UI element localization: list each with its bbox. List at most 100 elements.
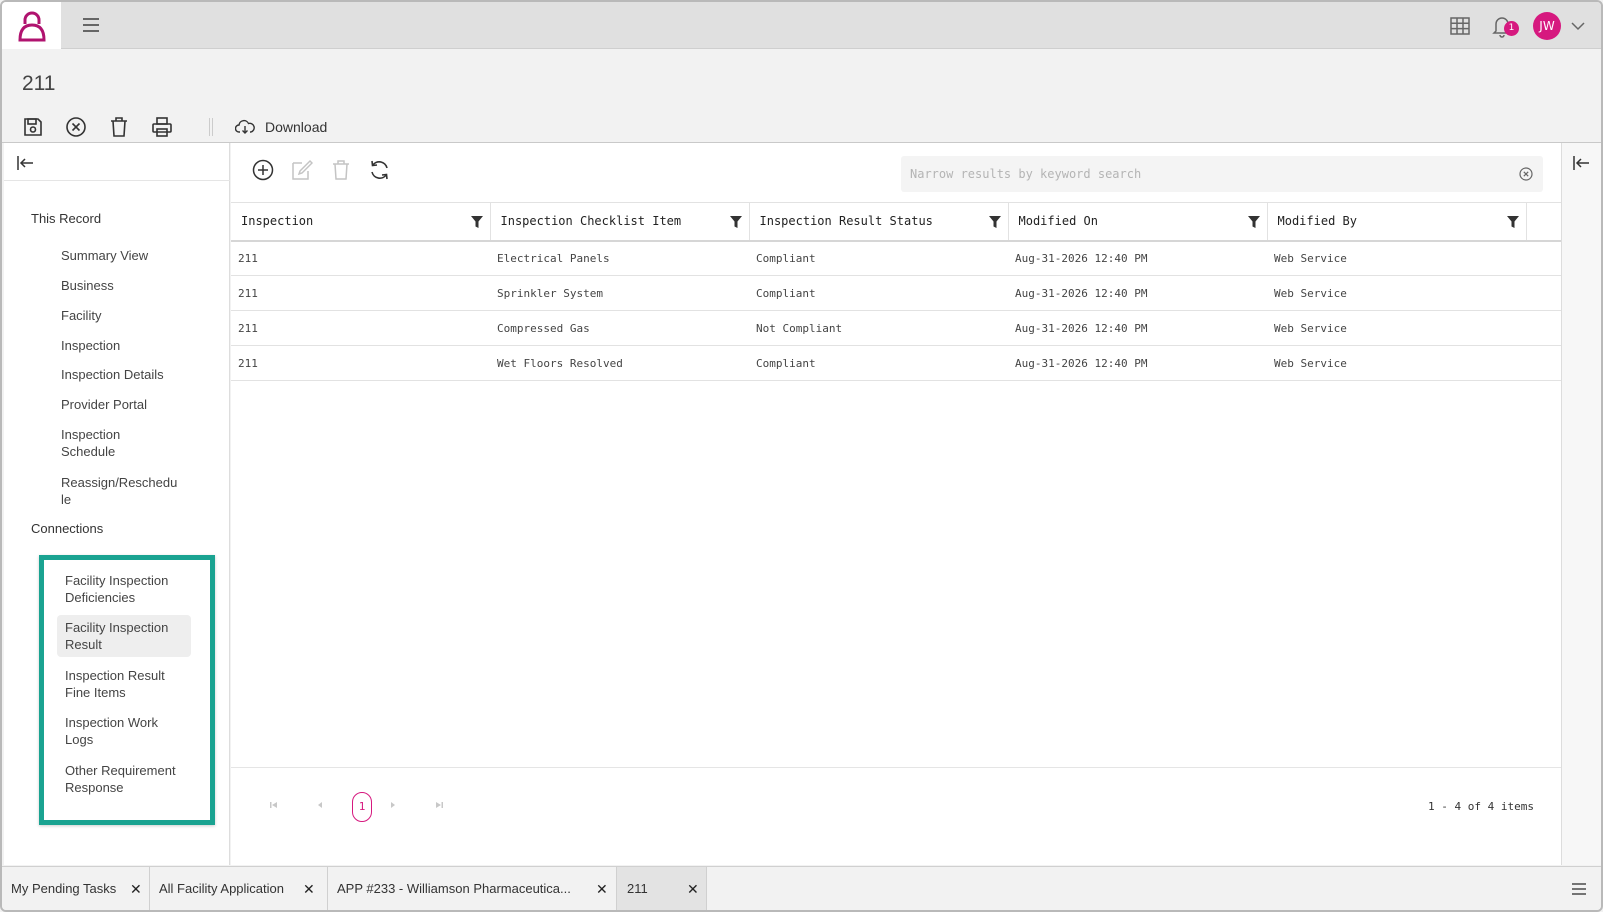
column-header-inspection[interactable]: Inspection xyxy=(231,202,491,242)
bottom-tab-bar: My Pending Tasks ✕ All Facility Applicat… xyxy=(2,866,1601,910)
app-logo[interactable] xyxy=(2,2,61,49)
column-header-modified-by[interactable]: Modified By xyxy=(1267,202,1527,242)
filter-icon[interactable] xyxy=(1247,216,1260,228)
sidebar-item-reassign-reschedule[interactable]: Reassign/Reschedule xyxy=(61,474,179,508)
cell-checklist-item: Compressed Gas xyxy=(490,310,749,346)
record-toolbar: Download xyxy=(22,113,327,141)
plus-circle-icon xyxy=(252,159,273,181)
keyword-search xyxy=(901,156,1543,192)
close-icon[interactable]: ✕ xyxy=(687,881,699,898)
cell-modified-by: Web Service xyxy=(1267,275,1526,311)
right-panel-strip xyxy=(1561,143,1601,865)
connection-item-inspection-work-logs[interactable]: Inspection Work Logs xyxy=(57,710,191,752)
cell-modified-by: Web Service xyxy=(1267,345,1526,381)
grid-toolbar xyxy=(251,158,391,182)
lock-logo-icon xyxy=(17,11,46,41)
this-record-heading: This Record xyxy=(31,211,102,226)
connection-item-facility-inspection-result[interactable]: Facility Inspection Result xyxy=(57,615,191,657)
sidebar-item-inspection[interactable]: Inspection xyxy=(61,337,186,354)
refresh-button[interactable] xyxy=(368,158,391,182)
tab-application-233[interactable]: APP #233 - Williamson Pharmaceutica... ✕ xyxy=(328,867,617,910)
filter-icon[interactable] xyxy=(470,216,483,228)
tab-all-facility-application[interactable]: All Facility Application ✕ xyxy=(150,867,328,910)
grid-apps-icon[interactable] xyxy=(1449,15,1471,37)
sidebar-item-inspection-details[interactable]: Inspection Details xyxy=(61,366,186,383)
results-panel: Inspection Inspection Checklist Item Ins… xyxy=(231,143,1565,865)
close-circle-icon xyxy=(66,117,86,137)
pager-info: 1 - 4 of 4 items xyxy=(1428,800,1534,813)
table-row[interactable]: 211 Wet Floors Resolved Compliant Aug-31… xyxy=(231,345,1565,381)
table-row[interactable]: 211 Sprinkler System Compliant Aug-31-20… xyxy=(231,275,1565,311)
sidebar-item-inspection-schedule[interactable]: Inspection Schedule xyxy=(61,426,156,460)
cell-checklist-item: Sprinkler System xyxy=(490,275,749,311)
cell-result-status: Compliant xyxy=(749,240,1008,276)
cell-inspection: 211 xyxy=(231,310,490,346)
filter-icon[interactable] xyxy=(1506,216,1519,228)
cell-spacer xyxy=(1526,240,1565,276)
connection-item-inspection-result-fine-items[interactable]: Inspection Result Fine Items xyxy=(57,663,191,705)
tab-label: APP #233 - Williamson Pharmaceutica... xyxy=(337,881,571,896)
tab-menu-icon[interactable] xyxy=(1571,882,1587,896)
close-icon[interactable]: ✕ xyxy=(130,881,142,898)
current-page-button[interactable]: 1 xyxy=(352,792,372,822)
tab-my-pending-tasks[interactable]: My Pending Tasks ✕ xyxy=(2,867,150,910)
previous-page-icon[interactable] xyxy=(313,798,327,812)
close-icon[interactable]: ✕ xyxy=(596,881,608,898)
sidebar-item-summary-view[interactable]: Summary View xyxy=(61,247,186,264)
cell-inspection: 211 xyxy=(231,345,490,381)
download-button[interactable]: Download xyxy=(235,119,327,135)
tab-record-211[interactable]: 211 ✕ xyxy=(617,867,707,910)
notification-badge: 1 xyxy=(1504,21,1519,36)
next-page-icon[interactable] xyxy=(386,798,400,812)
sidebar-item-facility[interactable]: Facility xyxy=(61,307,186,324)
refresh-icon xyxy=(371,160,388,180)
cancel-button[interactable] xyxy=(65,115,87,139)
cell-modified-on: Aug-31-2026 12:40 PM xyxy=(1008,275,1267,311)
column-header-checklist-item[interactable]: Inspection Checklist Item xyxy=(490,202,750,242)
search-input[interactable] xyxy=(901,156,1501,192)
cell-modified-on: Aug-31-2026 12:40 PM xyxy=(1008,310,1267,346)
print-button[interactable] xyxy=(151,115,173,139)
filter-icon[interactable] xyxy=(729,216,742,228)
printer-icon xyxy=(152,117,172,137)
column-header-spacer xyxy=(1526,202,1565,242)
connection-item-facility-inspection-deficiencies[interactable]: Facility Inspection Deficiencies xyxy=(57,568,191,610)
close-icon[interactable]: ✕ xyxy=(303,881,315,898)
filter-icon[interactable] xyxy=(988,216,1001,228)
collapse-left-icon[interactable] xyxy=(1572,155,1590,171)
tab-label: All Facility Application xyxy=(159,881,284,896)
toolbar-separator xyxy=(209,118,213,136)
record-sidebar: This Record Summary View Business Facili… xyxy=(4,143,230,865)
column-header-modified-on[interactable]: Modified On xyxy=(1008,202,1268,242)
delete-button[interactable] xyxy=(108,115,130,139)
notifications-button[interactable]: 1 xyxy=(1489,13,1519,39)
user-avatar[interactable]: JW xyxy=(1533,12,1561,40)
first-page-icon[interactable] xyxy=(267,798,281,812)
edit-icon xyxy=(292,159,313,180)
cell-spacer xyxy=(1526,275,1565,311)
sidebar-divider xyxy=(4,180,230,181)
cell-spacer xyxy=(1526,310,1565,346)
column-header-result-status[interactable]: Inspection Result Status xyxy=(749,202,1009,242)
add-button[interactable] xyxy=(251,158,274,182)
cloud-download-icon xyxy=(235,119,255,134)
delete-row-button[interactable] xyxy=(329,158,352,182)
table-row[interactable]: 211 Electrical Panels Compliant Aug-31-2… xyxy=(231,240,1565,276)
collapse-sidebar-button[interactable] xyxy=(16,155,34,171)
edit-button[interactable] xyxy=(290,158,313,182)
last-page-icon[interactable] xyxy=(432,798,446,812)
table-header-row: Inspection Inspection Checklist Item Ins… xyxy=(231,202,1565,242)
column-header-label: Inspection Checklist Item xyxy=(500,214,682,229)
clear-search-icon[interactable] xyxy=(1519,167,1533,181)
sidebar-item-business[interactable]: Business xyxy=(61,277,186,294)
trash-icon xyxy=(111,117,127,137)
connection-item-other-requirement-response[interactable]: Other Requirement Response xyxy=(57,758,191,800)
cell-spacer xyxy=(1526,345,1565,381)
sidebar-item-provider-portal[interactable]: Provider Portal xyxy=(61,396,186,413)
results-table: Inspection Inspection Checklist Item Ins… xyxy=(231,202,1565,381)
save-button[interactable] xyxy=(22,115,44,139)
menu-icon[interactable] xyxy=(80,15,102,35)
table-row[interactable]: 211 Compressed Gas Not Compliant Aug-31-… xyxy=(231,310,1565,346)
column-header-label: Inspection Result Status xyxy=(759,214,933,229)
chevron-down-icon[interactable] xyxy=(1571,21,1585,31)
